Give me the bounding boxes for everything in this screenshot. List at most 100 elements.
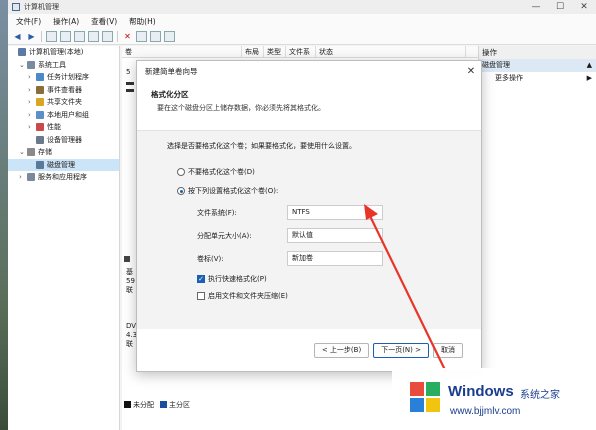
tree-item[interactable]: 设备管理器 [8,134,119,147]
menu-file[interactable]: 文件(F) [10,16,47,27]
tree-node-icon [27,60,35,69]
format-radio[interactable] [177,187,185,195]
volume-list-stub: 5 [126,66,134,92]
disk-legend: 未分配 主分区 [124,400,190,410]
tree-item[interactable]: ⌄ 存储 [8,146,119,159]
dialog-header: 格式化分区 要在这个磁盘分区上储存数据，你必须先将其格式化。 [137,81,481,131]
column-header: 卷 布局 类型 文件系统 状态 [122,46,478,68]
col-layout[interactable]: 布局 [242,46,264,57]
tree-node-icon [36,135,44,144]
quick-format-label: 执行快速格式化(P) [208,275,267,283]
close-button[interactable]: ✕ [572,0,596,14]
dialog-footer: < 上一步(B) 下一页(N) > 取消 [137,329,481,371]
expand-chevron-icon[interactable]: ⌄ [19,61,27,69]
minimize-button[interactable]: — [524,0,548,14]
title-bar: 计算机管理 — ☐ ✕ [8,0,596,14]
col-type[interactable]: 类型 [264,46,286,57]
primary-partition-swatch [160,401,167,408]
drive-icon [126,89,134,92]
allocation-row: 分配单元大小(A): 默认值 [197,228,481,243]
drive-icon [126,82,134,85]
check-icon[interactable] [136,31,147,42]
menu-action[interactable]: 操作(A) [47,16,85,27]
list-item[interactable]: 5 [126,66,134,78]
dialog-subtitle: 要在这个磁盘分区上储存数据，你必须先将其格式化。 [157,104,325,112]
format-radio-row[interactable]: 按下列设置格式化这个卷(O): [177,186,481,196]
col-status[interactable]: 状态 [316,46,466,57]
back-button[interactable]: < 上一步(B) [313,342,370,358]
volume-label-input[interactable]: 新加卷 [287,251,383,266]
watermark-url: www.bjjmlv.com [450,406,521,417]
up-folder-icon[interactable] [46,31,57,42]
actions-disk-management[interactable]: 磁盘管理 ▲ [479,59,596,72]
help-icon[interactable] [88,31,99,42]
tree-item[interactable]: › 任务计划程序 [8,71,119,84]
tree-item[interactable]: › 服务和应用程序 [8,171,119,184]
tree-item-label: 计算机管理(本地) [29,48,84,57]
col-filesystem[interactable]: 文件系统 [286,46,316,68]
tree-item[interactable]: ⌄ 系统工具 [8,59,119,72]
forward-arrow-icon[interactable]: ▶ [26,31,37,42]
quick-format-checkbox[interactable]: ✓ [197,275,205,283]
tree-item[interactable]: 磁盘管理 [8,158,119,171]
format-label: 按下列设置格式化这个卷(O): [188,187,279,195]
refresh-icon[interactable] [102,31,113,42]
allocation-label: 分配单元大小(A): [197,231,252,240]
compression-row[interactable]: 启用文件和文件夹压缩(E) [197,291,481,301]
tree-item[interactable]: 计算机管理(本地) [8,46,119,59]
dialog-heading: 格式化分区 [151,90,189,99]
collapse-icon[interactable]: ▲ [587,59,592,72]
expand-chevron-icon[interactable]: › [28,111,36,119]
tree-item-label: 磁盘管理 [47,160,75,169]
disk-0-row[interactable]: 基 59 联 [126,268,135,295]
properties-icon[interactable] [74,31,85,42]
compression-checkbox[interactable] [197,292,205,300]
next-button[interactable]: 下一页(N) > [373,342,429,358]
menu-help[interactable]: 帮助(H) [123,16,162,27]
tree-item-label: 本地用户和组 [47,110,89,119]
volume-label-row: 卷标(V): 新加卷 [197,251,481,266]
tree-item[interactable]: › 性能 [8,121,119,134]
delete-icon[interactable]: ✕ [122,31,133,42]
no-format-label: 不要格式化这个卷(D) [188,168,255,176]
disk-label: 基 [126,268,133,276]
expand-chevron-icon[interactable]: › [28,123,36,131]
maximize-button[interactable]: ☐ [548,0,572,14]
expand-chevron-icon[interactable]: › [28,98,36,106]
chevron-right-icon: ▶ [586,74,592,82]
view-icon[interactable] [164,31,175,42]
tree-item-label: 系统工具 [38,60,66,69]
expand-chevron-icon[interactable]: › [19,173,27,181]
watermark: Windows 系统之家 www.bjjmlv.com [392,368,596,430]
watermark-suffix: 系统之家 [520,390,560,401]
tree-item-label: 存储 [38,148,52,157]
expand-chevron-icon[interactable]: › [28,73,36,81]
windows-logo-icon [410,382,440,412]
menu-view[interactable]: 查看(V) [85,16,123,27]
show-hide-tree-icon[interactable] [60,31,71,42]
no-format-radio-row[interactable]: 不要格式化这个卷(D) [177,167,481,177]
tree-item[interactable]: › 共享文件夹 [8,96,119,109]
more-actions-item[interactable]: 更多操作 ▶ [479,72,596,85]
actions-heading: 操作 [479,46,596,59]
tree-item[interactable]: › 本地用户和组 [8,109,119,122]
tree-item[interactable]: › 事件查看器 [8,84,119,97]
cancel-button[interactable]: 取消 [433,342,463,358]
back-arrow-icon[interactable]: ◀ [12,31,23,42]
filesystem-select[interactable]: NTFS ⌄ [287,205,383,220]
allocation-select[interactable]: 默认值 [287,228,383,243]
tree-item-label: 共享文件夹 [47,98,82,107]
quick-format-row[interactable]: ✓ 执行快速格式化(P) [197,274,481,284]
expand-chevron-icon[interactable]: ⌄ [19,148,27,156]
dialog-title-bar: 新建简单卷向导 ✕ [137,61,481,81]
legend-unallocated: 未分配 [133,401,154,409]
no-format-radio[interactable] [177,168,185,176]
disk-status: 联 [126,286,133,294]
toolbar: ◀ ▶ ✕ [8,29,596,45]
search-icon[interactable] [150,31,161,42]
tree-item-label: 任务计划程序 [47,73,89,82]
dialog-close-icon[interactable]: ✕ [461,66,481,77]
expand-chevron-icon[interactable]: › [28,86,36,94]
filesystem-row: 文件系统(F): NTFS ⌄ [197,205,481,220]
col-volume[interactable]: 卷 [122,46,242,57]
